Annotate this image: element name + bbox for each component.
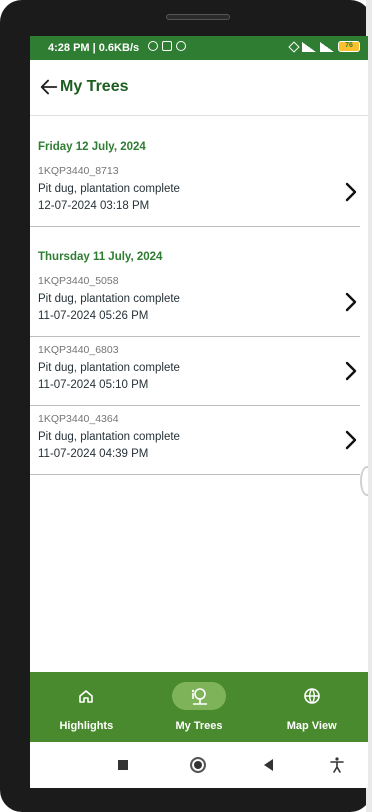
tree-record-item[interactable]: 1KQP3440_4364 Pit dug, plantation comple… [30, 407, 360, 475]
tree-record-item[interactable]: 1KQP3440_5058 Pit dug, plantation comple… [30, 269, 360, 337]
status-bar: 4:28 PM | 0.6KB/s 76 [30, 36, 368, 60]
status-notification-icons [148, 41, 186, 51]
date-header: Friday 12 July, 2024 [38, 141, 146, 153]
battery-icon: 76 [338, 41, 360, 52]
back-triangle-icon[interactable] [264, 759, 273, 771]
nav-label: My Trees [175, 720, 223, 732]
device-speaker [166, 14, 230, 20]
system-navigation-bar [30, 742, 368, 788]
notification-icon [148, 41, 158, 51]
record-timestamp: 11-07-2024 05:10 PM [38, 379, 149, 391]
record-status: Pit dug, plantation complete [38, 293, 180, 305]
record-id: 1KQP3440_4364 [38, 413, 119, 425]
tree-record-item[interactable]: 1KQP3440_6803 Pit dug, plantation comple… [30, 338, 360, 406]
record-id: 1KQP3440_6803 [38, 344, 119, 356]
nav-item-map-view[interactable]: Map View [255, 672, 368, 742]
location-icon [288, 40, 300, 53]
record-timestamp: 11-07-2024 05:26 PM [38, 310, 149, 322]
status-time: 4:28 PM | 0.6KB/s [48, 42, 140, 54]
page-title: My Trees [60, 78, 129, 95]
globe-icon [285, 682, 339, 710]
record-status: Pit dug, plantation complete [38, 183, 180, 195]
app-header: My Trees [30, 60, 368, 116]
record-timestamp: 11-07-2024 04:39 PM [38, 448, 149, 460]
app-screen: 4:28 PM | 0.6KB/s 76 My Trees Friday 12 … [30, 36, 368, 788]
status-system-icons: 76 [288, 40, 360, 53]
tree-icon [172, 682, 226, 710]
nav-item-my-trees[interactable]: My Trees [143, 672, 256, 742]
nav-item-highlights[interactable]: Highlights [30, 672, 143, 742]
chevron-right-icon [345, 361, 357, 381]
accessibility-icon[interactable] [328, 756, 346, 774]
home-icon [59, 682, 113, 710]
nav-label: Map View [286, 720, 337, 732]
message-icon [162, 41, 172, 51]
record-id: 1KQP3440_5058 [38, 275, 119, 287]
device-frame: 4:28 PM | 0.6KB/s 76 My Trees Friday 12 … [0, 0, 372, 812]
signal-icon-2 [320, 41, 334, 52]
chevron-right-icon [345, 182, 357, 202]
record-status: Pit dug, plantation complete [38, 431, 180, 443]
home-button-icon[interactable] [190, 757, 206, 773]
record-id: 1KQP3440_8713 [38, 165, 119, 177]
app-notification-icon [176, 41, 186, 51]
edge-swipe-handle[interactable] [360, 466, 368, 496]
chevron-right-icon [345, 430, 357, 450]
tree-record-item[interactable]: 1KQP3440_8713 Pit dug, plantation comple… [30, 159, 360, 227]
record-timestamp: 12-07-2024 03:18 PM [38, 200, 150, 212]
arrow-left-icon[interactable] [38, 76, 60, 98]
recent-apps-icon[interactable] [118, 760, 128, 770]
signal-icon [302, 41, 316, 52]
date-header: Thursday 11 July, 2024 [38, 251, 163, 263]
bottom-navigation: Highlights My Trees Map View [30, 672, 368, 742]
chevron-right-icon [345, 292, 357, 312]
nav-label: Highlights [59, 720, 114, 732]
record-status: Pit dug, plantation complete [38, 362, 180, 374]
